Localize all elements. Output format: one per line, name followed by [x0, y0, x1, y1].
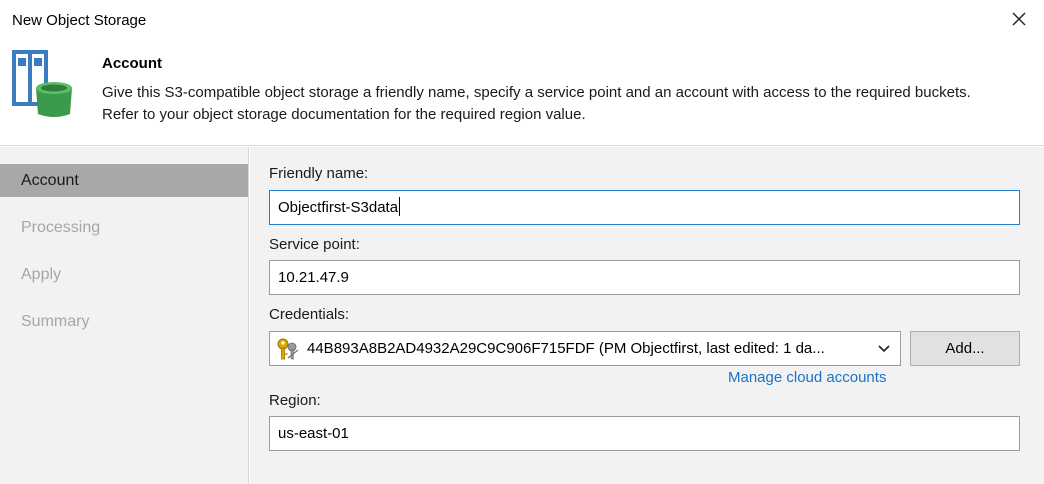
object-storage-icon: [12, 50, 72, 117]
wizard-steps: Account Processing Apply Summary: [0, 147, 249, 484]
region-input[interactable]: us-east-01: [269, 416, 1020, 451]
friendly-name-label: Friendly name:: [269, 165, 369, 182]
page-description: Give this S3-compatible object storage a…: [102, 84, 971, 123]
account-form: Friendly name: Objectfirst-S3data Servic…: [250, 147, 1044, 484]
step-account[interactable]: Account: [0, 164, 248, 197]
wizard-header: Account Give this S3-compatible object s…: [0, 40, 1044, 146]
manage-cloud-accounts-link[interactable]: Manage cloud accounts: [728, 369, 886, 386]
step-summary[interactable]: Summary: [0, 305, 248, 338]
friendly-name-input[interactable]: Objectfirst-S3data: [269, 190, 1020, 225]
step-processing[interactable]: Processing: [0, 211, 248, 244]
close-icon[interactable]: [1008, 8, 1030, 30]
page-title: Account: [102, 55, 162, 72]
key-icon: [277, 338, 299, 360]
region-label: Region:: [269, 392, 321, 409]
credentials-label: Credentials:: [269, 306, 350, 323]
text-caret: [399, 197, 401, 216]
credentials-value: 44B893A8B2AD4932A29C9C906F715FDF (PM Obj…: [307, 340, 825, 357]
step-apply[interactable]: Apply: [0, 258, 248, 291]
window-title: New Object Storage: [12, 12, 147, 29]
title-bar: New Object Storage: [0, 0, 1044, 40]
friendly-name-value: Objectfirst-S3data: [278, 199, 399, 216]
add-credentials-button[interactable]: Add...: [910, 331, 1020, 366]
chevron-down-icon: [878, 345, 890, 353]
credentials-dropdown[interactable]: 44B893A8B2AD4932A29C9C906F715FDF (PM Obj…: [269, 331, 901, 366]
service-point-label: Service point:: [269, 236, 360, 253]
service-point-input[interactable]: 10.21.47.9: [269, 260, 1020, 295]
